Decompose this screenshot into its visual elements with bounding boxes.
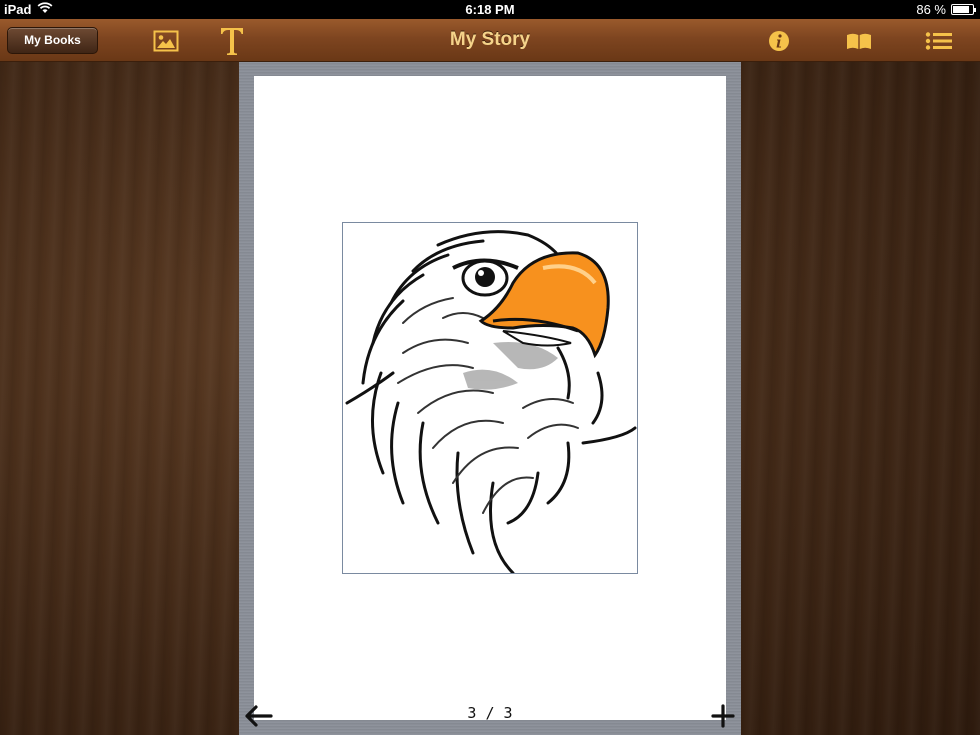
book-icon[interactable]	[844, 27, 874, 54]
eagle-illustration	[345, 230, 637, 573]
document-title: My Story	[449, 29, 531, 50]
eagle-image[interactable]	[342, 222, 638, 574]
plus-icon[interactable]	[711, 704, 735, 733]
battery-icon	[951, 4, 976, 15]
list-icon[interactable]	[924, 27, 954, 54]
page-footer: 3 / 3	[239, 696, 741, 735]
battery-percent: 86 %	[916, 2, 946, 17]
status-right: 86 %	[916, 2, 976, 17]
toolbar: My Books My Story	[0, 19, 980, 62]
info-icon[interactable]	[764, 27, 794, 54]
battery-fill	[953, 6, 970, 13]
status-bar: iPad 6:18 PM 86 %	[0, 0, 980, 19]
page-indicator: 3 / 3	[467, 704, 513, 722]
status-time: 6:18 PM	[465, 2, 515, 17]
